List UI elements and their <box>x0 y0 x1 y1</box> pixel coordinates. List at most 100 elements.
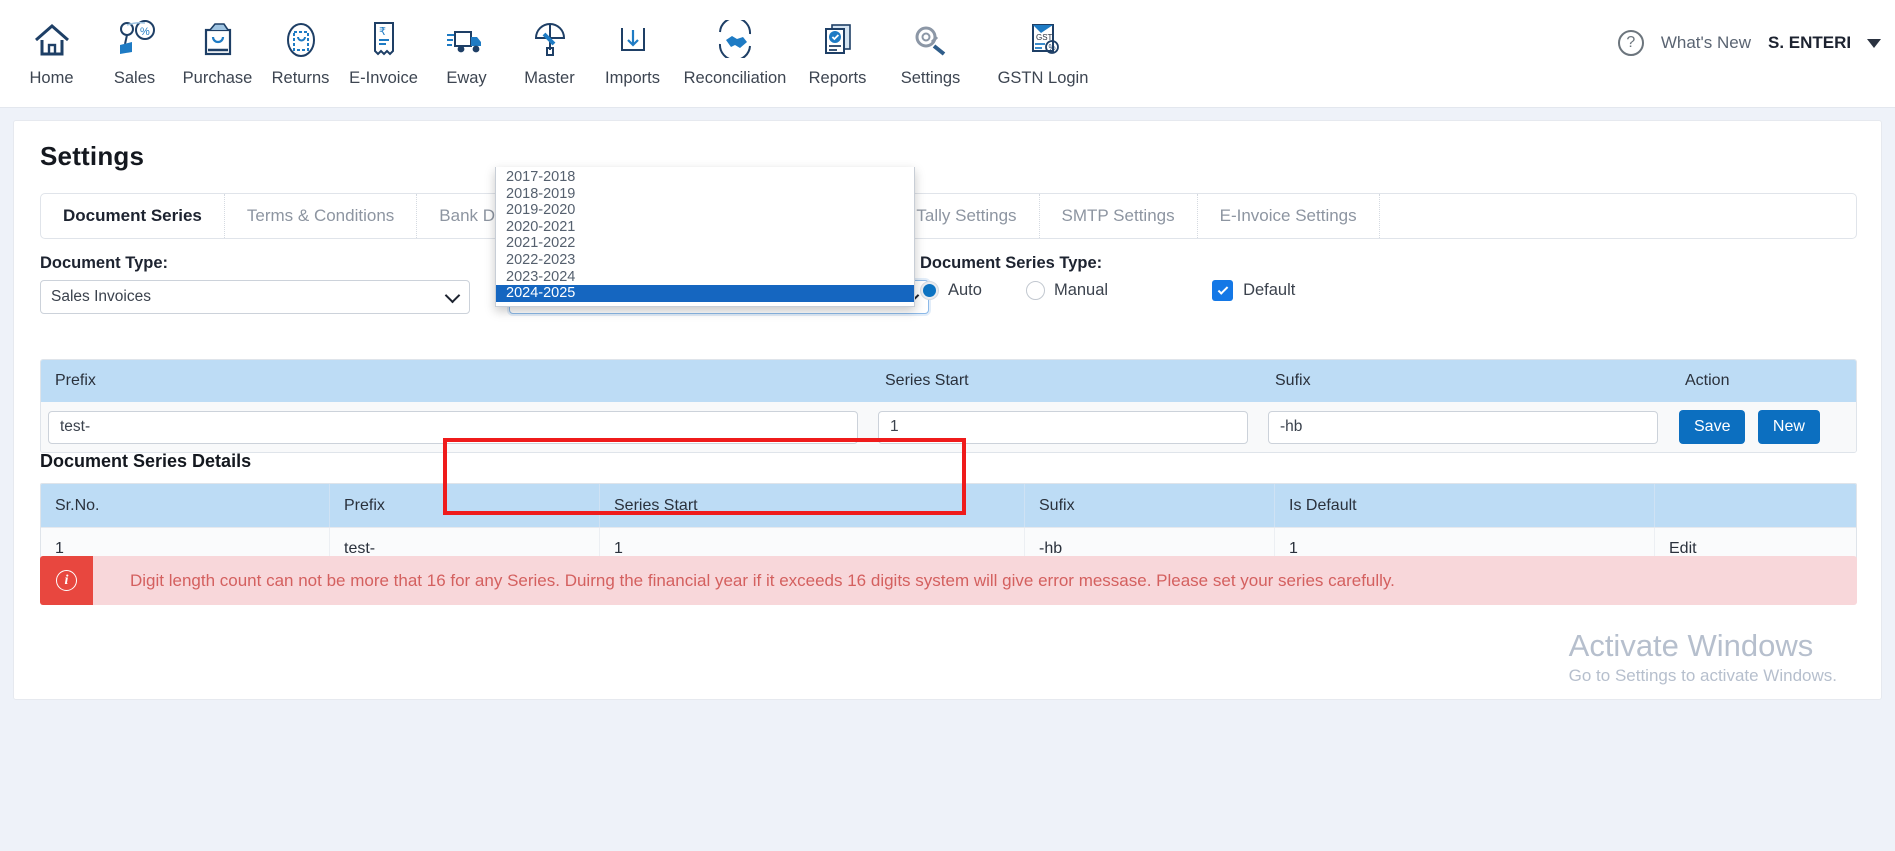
details-table-header: Sr.No. Prefix Series Start Sufix Is Defa… <box>41 484 1856 527</box>
nav-item-gstn-login[interactable]: GST% GSTN Login <box>982 0 1104 88</box>
nav-item-settings[interactable]: Settings <box>879 0 982 88</box>
nav-item-sales[interactable]: % Sales <box>93 0 176 88</box>
nav-item-home[interactable]: Home <box>10 0 93 88</box>
dropdown-option[interactable]: 2018-2019 <box>496 186 914 203</box>
nav-label: Master <box>524 69 575 87</box>
nav-item-reconciliation[interactable]: Reconciliation <box>674 0 796 88</box>
tab-terms-and-conditions[interactable]: Terms & Conditions <box>225 194 418 238</box>
nav-label: Home <box>29 69 74 87</box>
series-start-input[interactable]: 1 <box>878 410 1248 444</box>
nav-item-einvoice[interactable]: ₹ E-Invoice <box>342 0 425 88</box>
nav-label: Reconciliation <box>683 69 787 87</box>
column-header-series-start: Series Start <box>885 372 969 389</box>
series-entry-table: Prefix Series Start Sufix Action test- 1… <box>40 359 1857 453</box>
reports-document-icon <box>818 10 858 68</box>
radio-manual-label: Manual <box>1053 281 1109 299</box>
dropdown-option[interactable]: 2017-2018 <box>496 169 914 186</box>
radio-option-auto[interactable]: Auto <box>920 281 982 300</box>
new-button[interactable]: New <box>1757 410 1820 444</box>
column-header-sufix: Sufix <box>1275 372 1311 389</box>
column-header-srno: Sr.No. <box>41 484 330 527</box>
page-title: Settings <box>40 141 145 171</box>
dropdown-option[interactable]: 2020-2021 <box>496 219 914 236</box>
document-series-type-label: Document Series Type: <box>920 254 1103 272</box>
nav-label: GSTN Login <box>997 69 1089 87</box>
chevron-down-icon <box>444 287 461 304</box>
alert-message: Digit length count can not be more that … <box>130 570 1395 590</box>
nav-label: Eway <box>446 69 487 87</box>
settings-tab-bar: Document Series Terms & Conditions Bank … <box>40 193 1857 239</box>
dropdown-option[interactable]: 2022-2023 <box>496 252 914 269</box>
nav-item-list: Home % Sales Purchase Returns ₹ E-Invoic… <box>0 0 1104 88</box>
tab-tally-settings[interactable]: Tally Settings <box>894 194 1040 238</box>
checkbox-default[interactable]: Default <box>1212 280 1295 301</box>
truck-icon <box>445 10 489 68</box>
settings-panel: Settings Document Series Terms & Conditi… <box>13 120 1882 700</box>
action-cell: Save New <box>1671 410 1856 444</box>
nav-item-eway[interactable]: Eway <box>425 0 508 88</box>
column-header-prefix: Prefix <box>330 484 600 527</box>
nav-item-purchase[interactable]: Purchase <box>176 0 259 88</box>
tab-label: SMTP Settings <box>1061 206 1175 225</box>
user-account-name[interactable]: S. ENTERPRIS <box>1768 33 1850 53</box>
nav-label: E-Invoice <box>349 69 418 87</box>
details-section-title: Document Series Details <box>40 451 252 471</box>
tab-document-series[interactable]: Document Series <box>41 194 225 238</box>
radio-auto-label: Auto <box>948 281 982 299</box>
purchase-bag-icon <box>198 10 238 68</box>
nav-item-imports[interactable]: Imports <box>591 0 674 88</box>
question-mark-icon[interactable]: ? <box>1617 30 1644 56</box>
nav-right-group: ? What's New S. ENTERPRIS <box>1617 30 1881 56</box>
save-button[interactable]: Save <box>1679 410 1746 444</box>
tab-e-invoice-settings[interactable]: E-Invoice Settings <box>1198 194 1380 238</box>
sales-tag-icon: % <box>114 10 156 68</box>
document-type-value: Sales Invoices <box>51 288 151 305</box>
radio-manual-icon <box>1025 281 1045 300</box>
info-icon: i <box>40 556 93 605</box>
radio-option-manual[interactable]: Manual <box>1025 281 1109 300</box>
checkmark-icon <box>1212 280 1234 301</box>
nav-label: Sales <box>113 69 156 87</box>
document-type-field: Document Type: Sales Invoices <box>40 254 470 314</box>
handshake-icon <box>714 10 756 68</box>
dropdown-option[interactable]: 2023-2024 <box>496 269 914 286</box>
series-warning-alert: i Digit length count can not be more tha… <box>40 556 1857 605</box>
nav-item-returns[interactable]: Returns <box>259 0 342 88</box>
dropdown-option[interactable]: 2021-2022 <box>496 235 914 252</box>
dropdown-option-selected[interactable]: 2024-2025 <box>496 285 914 302</box>
column-header-prefix: Prefix <box>55 372 96 389</box>
nav-item-reports[interactable]: Reports <box>796 0 879 88</box>
nav-label: Purchase <box>182 69 253 87</box>
windows-activation-watermark: Activate Windows Go to Settings to activ… <box>1569 627 1837 686</box>
tab-label: Document Series <box>63 206 202 225</box>
top-navigation-bar: Home % Sales Purchase Returns ₹ E-Invoic… <box>0 0 1895 108</box>
nav-label: Returns <box>271 69 330 87</box>
nav-item-master[interactable]: Master <box>508 0 591 88</box>
tab-label: Tally Settings <box>916 206 1017 225</box>
nav-label: Reports <box>808 69 867 87</box>
radio-auto-icon <box>920 281 939 300</box>
home-icon <box>32 10 72 68</box>
svg-text:₹: ₹ <box>379 26 386 38</box>
sufix-input[interactable]: -hb <box>1268 410 1658 444</box>
financial-year-dropdown-list[interactable]: 2017-2018 2018-2019 2019-2020 2020-2021 … <box>495 167 915 307</box>
prefix-input[interactable]: test- <box>48 410 858 444</box>
tab-smtp-settings[interactable]: SMTP Settings <box>1040 194 1198 238</box>
column-header-series-start: Series Start <box>600 484 1025 527</box>
dropdown-option[interactable]: 2019-2020 <box>496 202 914 219</box>
whats-new-link[interactable]: What's New <box>1661 33 1751 53</box>
checkbox-default-label: Default <box>1243 281 1296 299</box>
document-type-select[interactable]: Sales Invoices <box>40 280 470 314</box>
document-series-type-field: Document Series Type: Auto Manual Defaul… <box>920 254 1295 301</box>
import-download-icon <box>613 10 653 68</box>
gear-wrench-icon <box>910 10 952 68</box>
watermark-subtitle: Go to Settings to activate Windows. <box>1568 666 1837 685</box>
series-type-options: Auto Manual Default <box>920 280 1295 301</box>
chevron-down-icon[interactable] <box>1867 38 1881 48</box>
series-entry-table-header: Prefix Series Start Sufix Action <box>41 360 1856 402</box>
column-header-action <box>1655 484 1855 527</box>
series-start-cell: 1 <box>871 410 1261 444</box>
watermark-title: Activate Windows <box>1568 628 1814 664</box>
column-header-is-default: Is Default <box>1275 484 1655 527</box>
prefix-cell: test- <box>41 410 871 444</box>
